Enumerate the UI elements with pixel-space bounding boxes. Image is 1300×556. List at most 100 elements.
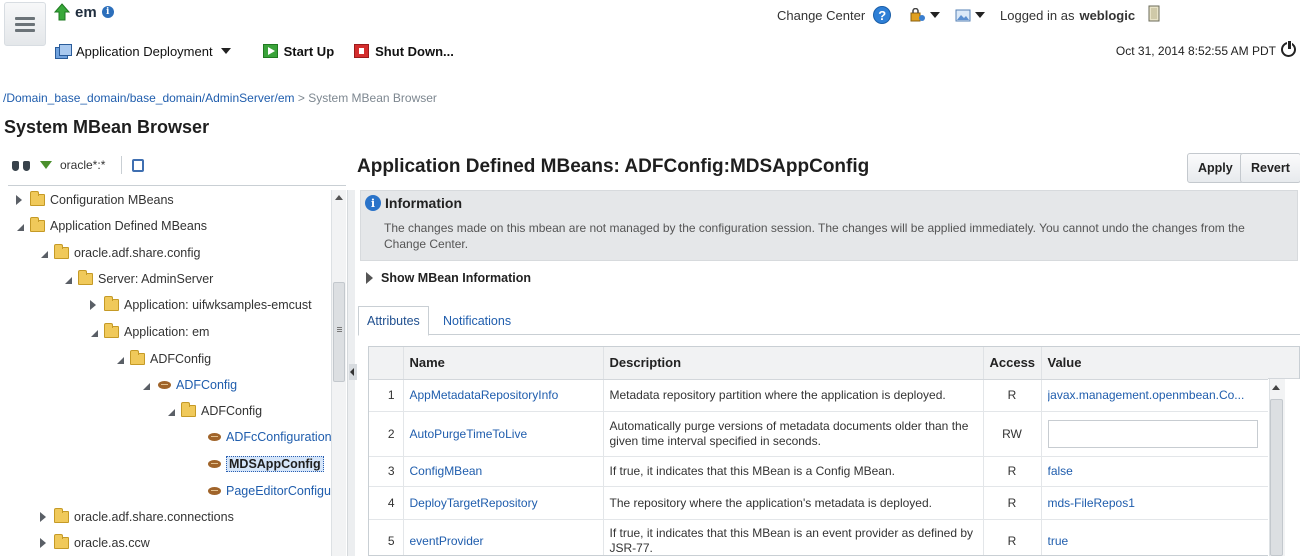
scroll-thumb[interactable]: [1270, 399, 1283, 556]
information-message: The changes made on this mbean are not m…: [384, 221, 1245, 251]
attribute-access: R: [983, 519, 1042, 555]
tree-node[interactable]: PageEditorConfigu: [188, 481, 331, 501]
attribute-value-link[interactable]: javax.management.openmbean.Co...: [1048, 388, 1263, 402]
tree-node-label[interactable]: oracle.as.ccw: [74, 536, 150, 550]
tree-node-label[interactable]: oracle.adf.share.config: [74, 246, 200, 260]
column-header-description[interactable]: Description: [603, 347, 984, 380]
refresh-icon[interactable]: [1281, 40, 1296, 57]
attribute-value-input[interactable]: [1047, 419, 1258, 448]
expand-icon[interactable]: [36, 536, 50, 550]
attribute-description: The repository where the application's m…: [603, 486, 984, 520]
tree-node[interactable]: Application Defined MBeans: [12, 216, 207, 236]
tree-node[interactable]: ADFConfig: [112, 349, 211, 369]
table-row[interactable]: 4 DeployTargetRepository The repository …: [369, 486, 1270, 520]
column-header-access[interactable]: Access: [983, 347, 1042, 380]
collapse-icon[interactable]: [86, 325, 100, 339]
attribute-name-link[interactable]: AppMetadataRepositoryInfo: [410, 388, 559, 402]
breadcrumb-link[interactable]: /Domain_base_domain/base_domain/AdminSer…: [3, 91, 295, 105]
tree-node[interactable]: ADFConfig: [138, 375, 237, 395]
tree-node[interactable]: oracle.adf.share.connections: [36, 507, 234, 527]
filter-control[interactable]: oracle*:*: [40, 158, 105, 172]
tree-node[interactable]: Configuration MBeans: [12, 190, 174, 210]
target-info-icon[interactable]: i: [101, 6, 114, 18]
tree-node-label[interactable]: Application Defined MBeans: [50, 219, 207, 233]
refresh-tree-icon[interactable]: [132, 158, 145, 172]
tree-node-label[interactable]: MDSAppConfig: [226, 456, 324, 472]
tree-node[interactable]: oracle.as.ccw: [36, 533, 150, 553]
mbean-icon: [208, 487, 221, 495]
attributes-table: Name Description Access Value 1 AppMetad…: [368, 346, 1300, 556]
lock-menu[interactable]: [910, 5, 940, 25]
attribute-value-link[interactable]: mds-FileRepos1: [1048, 496, 1263, 510]
table-row[interactable]: 3 ConfigMBean If true, it indicates that…: [369, 456, 1270, 487]
start-up-button[interactable]: Start Up: [262, 44, 334, 59]
tree-node-label[interactable]: PageEditorConfigu: [226, 484, 331, 498]
attribute-name-link[interactable]: DeployTargetRepository: [410, 496, 538, 510]
tree-node-selected[interactable]: MDSAppConfig: [188, 454, 324, 474]
collapse-icon[interactable]: [112, 352, 126, 366]
tab-notifications[interactable]: Notifications: [435, 306, 519, 335]
scroll-thumb[interactable]: [333, 282, 345, 382]
tree-node-label[interactable]: ADFConfig: [150, 352, 211, 366]
tree-node[interactable]: Application: em: [86, 322, 209, 342]
binoculars-icon[interactable]: [12, 159, 30, 172]
revert-button[interactable]: Revert: [1240, 153, 1300, 183]
scroll-up-icon[interactable]: [1272, 385, 1280, 390]
table-header-filler: [1268, 347, 1299, 379]
page-icon[interactable]: [1147, 5, 1161, 22]
tree-node-label[interactable]: Application: em: [124, 325, 209, 339]
change-center-label[interactable]: Change Center: [777, 8, 865, 23]
attribute-name-link[interactable]: eventProvider: [410, 534, 484, 548]
target-name[interactable]: em: [75, 4, 97, 21]
tree-node[interactable]: Server: AdminServer: [60, 269, 213, 289]
table-row[interactable]: 1 AppMetadataRepositoryInfo Metadata rep…: [369, 379, 1270, 412]
panel-splitter[interactable]: [347, 190, 357, 556]
tree-node[interactable]: ADFConfig: [163, 401, 262, 421]
column-header-name[interactable]: Name: [403, 347, 604, 380]
recent-pages-menu[interactable]: [955, 5, 985, 25]
tree-scrollbar[interactable]: [331, 190, 346, 556]
mbean-icon: [158, 381, 171, 389]
tab-attributes[interactable]: Attributes: [358, 306, 429, 336]
collapse-icon[interactable]: [60, 272, 74, 286]
tree-node-label[interactable]: Configuration MBeans: [50, 193, 174, 207]
tree-node[interactable]: Application: uifwksamples-emcust: [86, 295, 312, 315]
folder-icon: [54, 534, 69, 549]
scroll-up-icon[interactable]: [335, 195, 343, 200]
toolbar-divider: [121, 156, 123, 174]
expand-icon[interactable]: [36, 510, 50, 524]
tree-node[interactable]: oracle.adf.share.config: [36, 243, 200, 263]
collapse-icon[interactable]: [163, 404, 177, 418]
expand-icon[interactable]: [12, 193, 26, 207]
tree-node[interactable]: ADFcConfiguration: [188, 427, 332, 447]
application-deployment-menu[interactable]: Application Deployment: [55, 43, 231, 59]
folder-icon: [30, 217, 45, 232]
help-icon[interactable]: ?: [873, 6, 892, 24]
collapse-icon[interactable]: [36, 246, 50, 260]
navigator-menu-button[interactable]: [4, 2, 46, 46]
tree-node-label[interactable]: ADFcConfiguration: [226, 430, 332, 444]
apply-button[interactable]: Apply: [1187, 153, 1244, 183]
tree-node-label[interactable]: Application: uifwksamples-emcust: [124, 298, 312, 312]
user-name[interactable]: weblogic: [1079, 8, 1135, 23]
attribute-value-link[interactable]: true: [1048, 534, 1263, 548]
attribute-name-link[interactable]: AutoPurgeTimeToLive: [410, 427, 528, 441]
tree-node-label[interactable]: Server: AdminServer: [98, 272, 213, 286]
column-header-value[interactable]: Value: [1041, 347, 1270, 380]
expand-icon[interactable]: [86, 298, 100, 312]
tree-node-label[interactable]: ADFConfig: [201, 404, 262, 418]
tree-node-label[interactable]: oracle.adf.share.connections: [74, 510, 234, 524]
table-row[interactable]: 5 eventProvider If true, it indicates th…: [369, 519, 1270, 555]
row-number: 3: [369, 456, 404, 487]
attribute-name-link[interactable]: ConfigMBean: [410, 464, 483, 478]
tree-node-label[interactable]: ADFConfig: [176, 378, 237, 392]
shut-down-button[interactable]: Shut Down...: [354, 44, 454, 59]
collapse-icon[interactable]: [138, 378, 152, 392]
attribute-value-link[interactable]: false: [1048, 464, 1263, 478]
table-row[interactable]: 2 AutoPurgeTimeToLive Automatically purg…: [369, 411, 1270, 457]
table-scrollbar[interactable]: [1268, 379, 1300, 556]
collapse-panel-icon[interactable]: [349, 364, 357, 380]
change-center-menu[interactable]: Change Center ?: [777, 5, 892, 25]
collapse-icon[interactable]: [12, 219, 26, 233]
show-mbean-information-toggle[interactable]: Show MBean Information: [366, 271, 531, 285]
